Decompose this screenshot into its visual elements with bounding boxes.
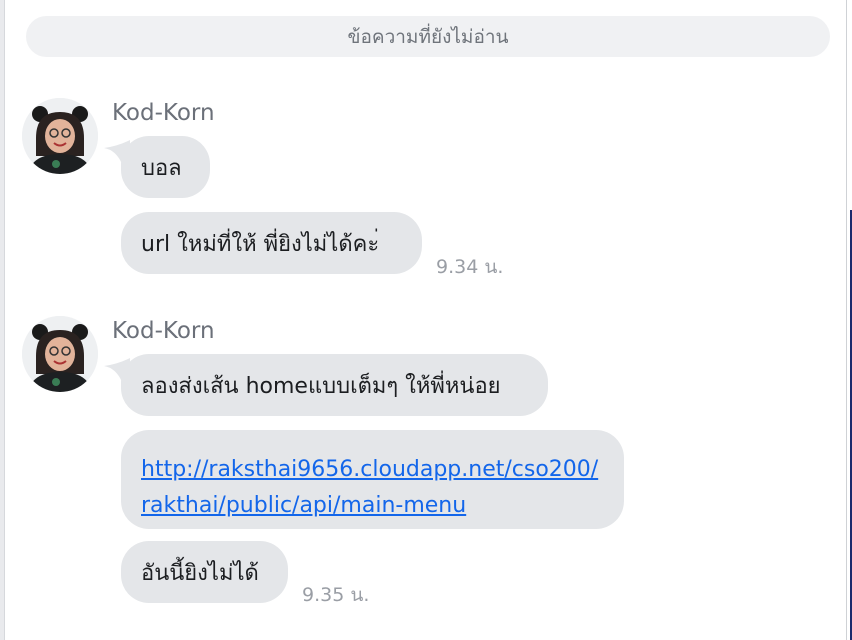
sender-avatar[interactable] (22, 98, 98, 174)
message-timestamp: 9.34 น. (436, 256, 504, 278)
message-bubble[interactable]: ลองส่งเส้น homeแบบเต็มๆ ให้พี่หน่อย (121, 354, 548, 416)
right-panel-edge (846, 0, 852, 640)
message-bubble[interactable]: url ใหม่ที่ให้ พี่ยิงไม่ได้คะ่ (121, 212, 422, 274)
message-link-line-2[interactable]: rakthai/public/api/main-menu (141, 493, 466, 518)
unread-messages-label: ข้อความที่ยังไม่อ่าน (347, 25, 509, 48)
message-text: url ใหม่ที่ให้ พี่ยิงไม่ได้คะ่ (141, 231, 380, 257)
unread-messages-divider: ข้อความที่ยังไม่อ่าน (26, 16, 830, 57)
message-text: บอล (141, 155, 182, 181)
message-timestamp: 9.35 น. (302, 584, 370, 606)
avatar-photo-icon (22, 316, 98, 392)
message-bubble[interactable]: อันนี้ยิงไม่ได้ (121, 541, 288, 603)
avatar-photo-icon (22, 98, 98, 174)
message-bubble-link[interactable]: http://raksthai9656.cloudapp.net/cso200/… (121, 430, 624, 529)
sender-name: Kod-Korn (112, 318, 215, 344)
message-text: ลองส่งเส้น homeแบบเต็มๆ ให้พี่หน่อย (141, 373, 501, 399)
sender-avatar[interactable] (22, 316, 98, 392)
sender-name: Kod-Korn (112, 100, 215, 126)
left-panel-edge (0, 0, 5, 640)
message-link-line-1[interactable]: http://raksthai9656.cloudapp.net/cso200/ (141, 457, 598, 482)
message-bubble[interactable]: บอล (121, 136, 210, 198)
message-text: อันนี้ยิงไม่ได้ (141, 560, 259, 586)
